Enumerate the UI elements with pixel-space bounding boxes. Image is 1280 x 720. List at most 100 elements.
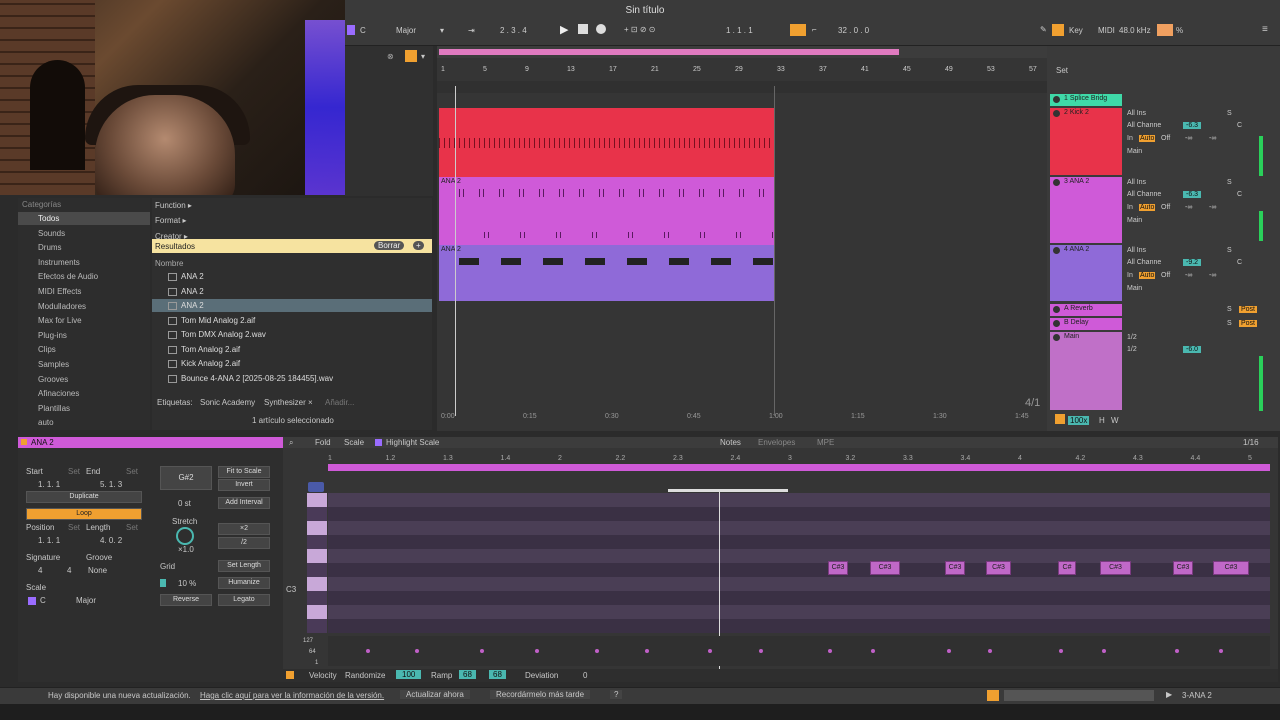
list-item[interactable]: ANA 2 xyxy=(152,299,432,312)
ramp-start[interactable]: 68 xyxy=(459,670,476,679)
auto-button[interactable]: Auto xyxy=(1139,204,1156,211)
arrangement-loop-bar[interactable] xyxy=(437,81,1047,93)
scale-key-select[interactable]: C xyxy=(40,596,46,605)
legato-button[interactable]: Legato xyxy=(218,594,270,606)
sig-denominator[interactable]: 4 xyxy=(67,566,71,575)
track-name[interactable]: 4 ANA 2 xyxy=(1064,246,1089,253)
loop-brace[interactable] xyxy=(328,464,1270,471)
start-value[interactable]: 1. 1. 1 xyxy=(38,480,60,489)
stop-button-icon[interactable] xyxy=(578,24,588,34)
solo-button[interactable]: S xyxy=(1227,179,1232,186)
sidebar-item-0[interactable]: Todos xyxy=(18,212,150,225)
fit-to-scale-button[interactable]: Fit to Scale xyxy=(218,466,270,478)
list-item[interactable]: ANA 2 xyxy=(152,270,432,283)
semitone-value[interactable]: 0 st xyxy=(178,499,191,508)
deviation-value[interactable]: 0 xyxy=(583,671,587,680)
sidebar-item-10[interactable]: Samples xyxy=(18,358,150,371)
list-item[interactable]: Tom Analog 2.aif xyxy=(152,343,432,356)
groove-select[interactable]: None xyxy=(88,566,107,575)
velocity-marker[interactable] xyxy=(1102,649,1106,653)
sidebar-item-14[interactable]: auto xyxy=(18,416,150,429)
post-button[interactable]: Post xyxy=(1239,306,1258,313)
in-button[interactable]: In xyxy=(1127,135,1133,142)
grid-setting[interactable]: 1/16 xyxy=(1243,438,1259,447)
checkbox-icon[interactable] xyxy=(375,439,382,446)
track-name[interactable]: A Reverb xyxy=(1064,305,1093,312)
computer-keyboard-icon[interactable] xyxy=(1052,24,1064,36)
velocity-marker[interactable] xyxy=(535,649,539,653)
start-set-button[interactable]: Set xyxy=(68,467,80,476)
velocity-marker[interactable] xyxy=(595,649,599,653)
search-icon[interactable]: ⌕ xyxy=(289,438,293,448)
ana2-clip-1[interactable]: ANA 2 xyxy=(439,177,774,245)
track-header[interactable]: 3 ANA 2 xyxy=(1050,177,1122,243)
piano-keys[interactable] xyxy=(307,493,327,633)
record-button-icon[interactable] xyxy=(596,24,606,34)
grid-select[interactable]: Grid xyxy=(160,562,175,571)
output-select[interactable]: Main xyxy=(1127,148,1142,155)
zoom-display[interactable]: 100x xyxy=(1068,416,1090,425)
tab-envelopes[interactable]: Envelopes xyxy=(758,438,795,447)
track-name[interactable]: 3 ANA 2 xyxy=(1064,178,1089,185)
length-set-button[interactable]: Set xyxy=(126,523,138,532)
velocity-marker[interactable] xyxy=(947,649,951,653)
pan-center[interactable]: C xyxy=(1237,259,1242,266)
double-button[interactable]: ×2 xyxy=(218,523,270,535)
loop-length-display[interactable]: 32 . 0 . 0 xyxy=(838,26,869,35)
track-name[interactable]: 2 Kick 2 xyxy=(1064,109,1089,116)
track-header[interactable]: A Reverb xyxy=(1050,304,1122,316)
clip-name[interactable]: ANA 2 xyxy=(31,438,54,447)
midi-note[interactable]: C#3 xyxy=(870,561,900,575)
ramp-end[interactable]: 68 xyxy=(489,670,506,679)
randomize-value[interactable]: 100 xyxy=(396,670,422,679)
tab-mpe[interactable]: MPE xyxy=(817,438,834,447)
output-select[interactable]: Main xyxy=(1127,217,1142,224)
key-select[interactable]: C xyxy=(360,26,366,35)
auto-button[interactable]: Auto xyxy=(1139,135,1156,142)
position-set-button[interactable]: Set xyxy=(68,523,80,532)
sidebar-item-9[interactable]: Clips xyxy=(18,343,150,356)
overview-bar[interactable] xyxy=(437,46,1047,58)
send-b[interactable]: -∞ xyxy=(1209,135,1216,142)
scale-button[interactable]: Scale xyxy=(344,438,364,447)
track-name[interactable]: B Delay xyxy=(1064,319,1089,326)
position-display[interactable]: 1 . 1 . 1 xyxy=(726,26,753,35)
sidebar-item-11[interactable]: Grooves xyxy=(18,373,150,386)
velocity-lane[interactable] xyxy=(328,636,1270,666)
update-now-button[interactable]: Actualizar ahora xyxy=(400,690,470,699)
overdub-icon[interactable]: + ⊡ ⊘ ⊙ xyxy=(624,25,655,34)
list-item[interactable]: Tom Mid Analog 2.aif xyxy=(152,314,432,327)
length-value[interactable]: 4. 0. 2 xyxy=(100,536,122,545)
midi-note[interactable]: C#3 xyxy=(1213,561,1249,575)
velocity-marker[interactable] xyxy=(759,649,763,653)
sidebar-item-5[interactable]: MIDI Effects xyxy=(18,285,150,298)
fold-icon[interactable] xyxy=(308,482,324,492)
list-item[interactable]: Tom DMX Analog 2.wav xyxy=(152,328,432,341)
sidebar-item-7[interactable]: Max for Live xyxy=(18,314,150,327)
track-volume[interactable]: -9.2 xyxy=(1183,259,1202,266)
scale-select[interactable]: Major xyxy=(396,26,416,35)
solo-button[interactable]: S xyxy=(1227,110,1232,117)
add-tag-link[interactable]: Añadir... xyxy=(325,398,354,407)
midi-note[interactable]: C#3 xyxy=(828,561,848,575)
velocity-marker[interactable] xyxy=(828,649,832,653)
tap-icon[interactable]: ⇥ xyxy=(468,26,475,35)
velocity-marker[interactable] xyxy=(1219,649,1223,653)
track-header[interactable]: 2 Kick 2 xyxy=(1050,108,1122,175)
send-a[interactable]: -∞ xyxy=(1185,272,1192,279)
velocity-marker[interactable] xyxy=(1059,649,1063,653)
track-name[interactable]: 1 Splice Bridg xyxy=(1064,95,1107,102)
ana2-clip-2[interactable]: ANA 2 xyxy=(439,245,774,301)
send-b[interactable]: -∞ xyxy=(1209,204,1216,211)
loop-toggle-icon[interactable] xyxy=(790,24,806,36)
track-volume[interactable]: -6.3 xyxy=(1183,191,1202,198)
filter-icon[interactable] xyxy=(405,50,417,62)
velocity-marker[interactable] xyxy=(415,649,419,653)
remind-later-button[interactable]: Recordármelo más tarde xyxy=(490,690,591,699)
midi-note[interactable]: C# xyxy=(1058,561,1076,575)
post-button[interactable]: Post xyxy=(1239,320,1258,327)
note-display[interactable]: G#2 xyxy=(160,466,212,490)
track-header[interactable]: 1 Splice Bridg xyxy=(1050,94,1122,106)
set-length-button[interactable]: Set Length xyxy=(218,560,270,572)
chevron-down-icon[interactable]: ▾ xyxy=(440,26,444,35)
